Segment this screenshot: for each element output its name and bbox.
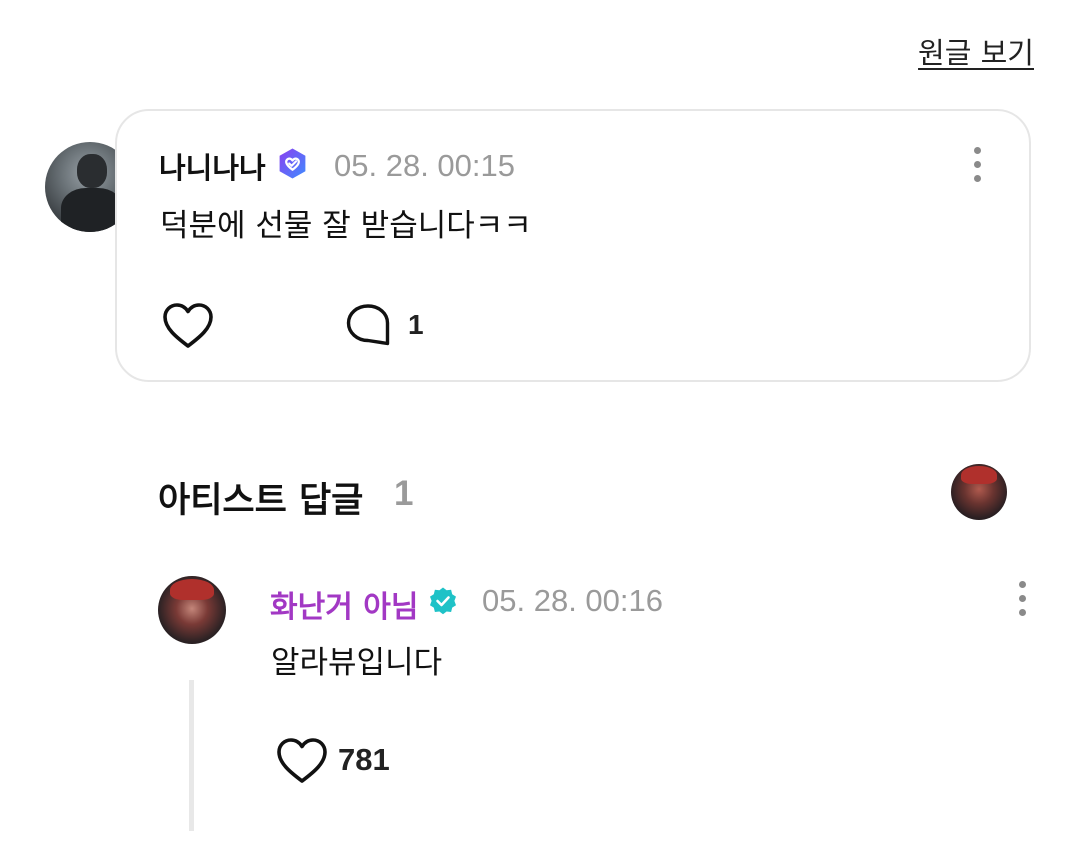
artist-replies-count: 1 bbox=[394, 474, 414, 513]
heart-outline-icon[interactable] bbox=[160, 300, 216, 352]
comment-timestamp: 05. 28. 00:15 bbox=[334, 148, 515, 183]
speech-bubble-icon[interactable] bbox=[344, 302, 394, 348]
artist-replies-title: 아티스트 답글 bbox=[158, 481, 364, 521]
artist-reply-author-name[interactable]: 화난거 아님 bbox=[270, 582, 418, 626]
comment-text: 덕분에 선물 잘 받습니다ㅋㅋ bbox=[160, 208, 532, 244]
reply-count[interactable]: 1 bbox=[408, 309, 424, 341]
artist-avatar[interactable] bbox=[158, 576, 226, 644]
comment-author-name[interactable]: 나니나나 bbox=[159, 145, 266, 187]
artist-reply-text: 알라뷰입니다 bbox=[271, 645, 443, 681]
more-vertical-icon[interactable] bbox=[1016, 579, 1028, 619]
artist-verified-badge-icon bbox=[430, 587, 456, 615]
reply-thread-line bbox=[189, 680, 194, 831]
heart-outline-icon[interactable] bbox=[274, 735, 330, 787]
view-original-link[interactable]: 원글 보기 bbox=[918, 30, 1034, 72]
like-count[interactable]: 781 bbox=[338, 742, 390, 778]
fan-verified-badge-icon bbox=[279, 148, 306, 179]
artist-avatar-small[interactable] bbox=[951, 464, 1007, 520]
artist-reply-timestamp: 05. 28. 00:16 bbox=[482, 583, 663, 618]
more-vertical-icon[interactable] bbox=[971, 145, 983, 185]
